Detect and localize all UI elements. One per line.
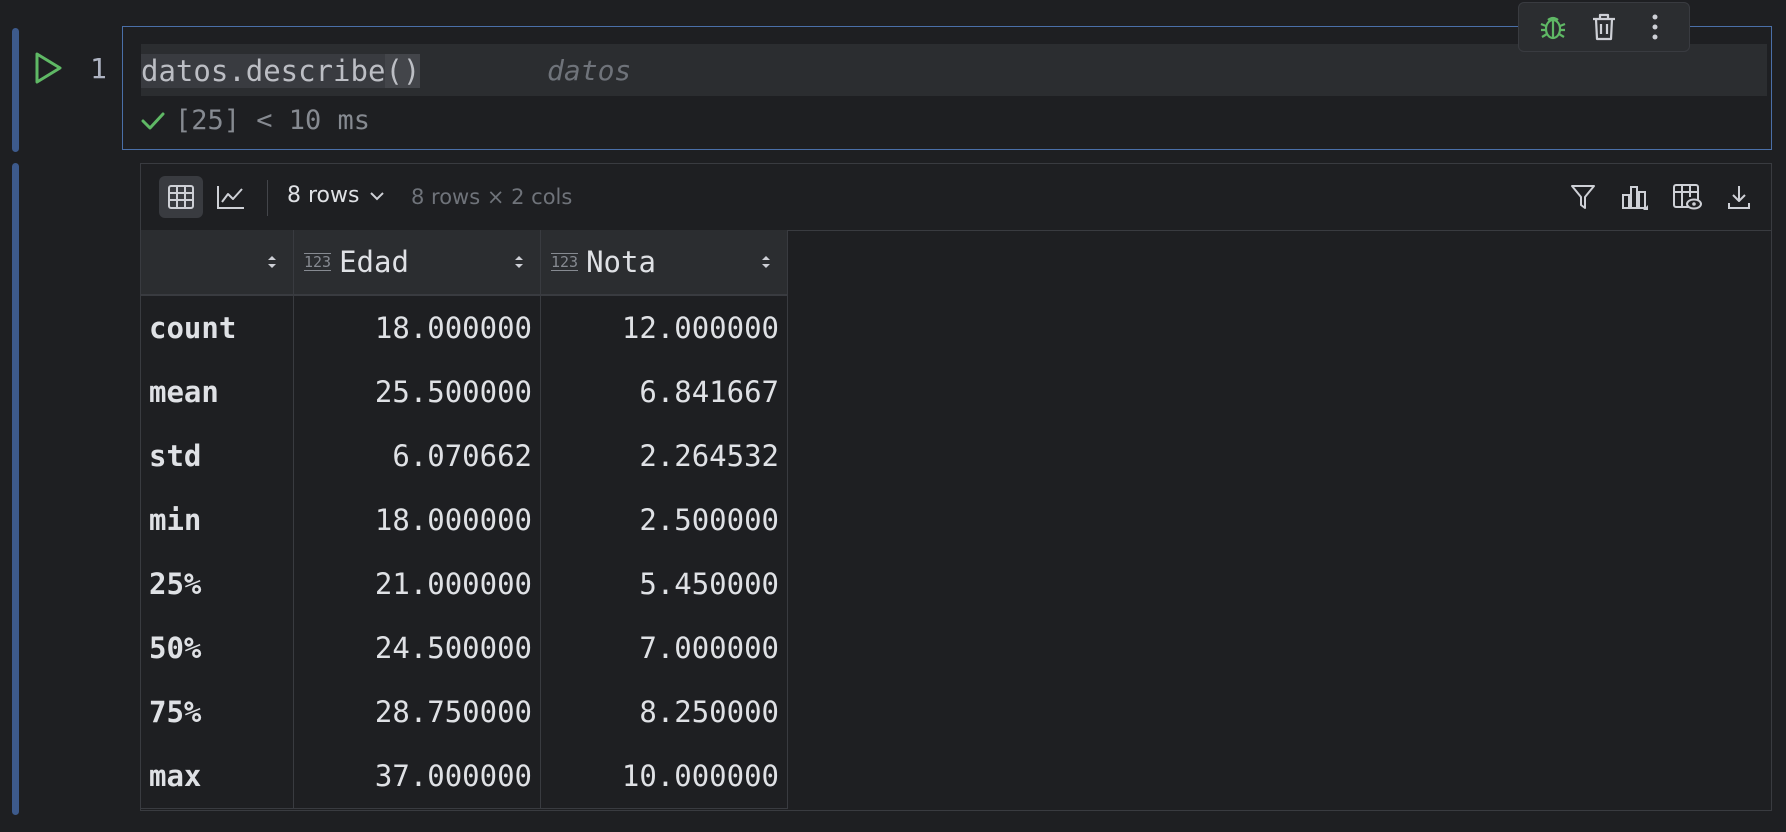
table-row[interactable]: 25% 21.000000 5.450000: [141, 552, 788, 616]
index-column-header[interactable]: [141, 230, 294, 296]
execution-count-time: [25] < 10 ms: [175, 105, 371, 136]
more-options-button[interactable]: [1637, 9, 1673, 45]
row-index: max: [141, 744, 294, 809]
code-editor[interactable]: datos.describe(): [141, 54, 421, 88]
row-index: std: [141, 424, 294, 488]
rows-per-page-select[interactable]: 8 rows: [287, 183, 385, 208]
column-header-edad[interactable]: 123 Edad: [293, 230, 541, 296]
table-view-button[interactable]: [159, 176, 203, 218]
code-expression: datos.describe: [141, 54, 386, 88]
cell-nota[interactable]: 2.264532: [540, 424, 788, 488]
table-row[interactable]: mean 25.500000 6.841667: [141, 360, 788, 424]
filter-icon: [1571, 185, 1595, 209]
numeric-type-badge: 123: [551, 253, 579, 271]
row-index: mean: [141, 360, 294, 424]
row-index: 25%: [141, 552, 294, 616]
row-index: min: [141, 488, 294, 552]
table-row[interactable]: max 37.000000 10.000000: [141, 744, 788, 809]
table-row[interactable]: 50% 24.500000 7.000000: [141, 616, 788, 680]
play-icon: [35, 52, 62, 84]
cell-output-panel: 8 rows 8 rows × 2 cols 123 Edad 123 Nota…: [140, 163, 1772, 811]
cell-floating-toolbar: [1518, 2, 1690, 52]
table-row[interactable]: 75% 28.750000 8.250000: [141, 680, 788, 744]
sort-icon[interactable]: [759, 252, 773, 272]
sort-icon[interactable]: [265, 252, 279, 272]
table-header-row: 123 Edad 123 Nota: [141, 230, 788, 296]
chart-settings-icon: [1622, 186, 1648, 210]
dataframe-shape: 8 rows × 2 cols: [411, 185, 573, 209]
table-row[interactable]: std 6.070662 2.264532: [141, 424, 788, 488]
cell-edad[interactable]: 18.000000: [293, 488, 541, 552]
cell-edad[interactable]: 6.070662: [293, 424, 541, 488]
table-row[interactable]: min 18.000000 2.500000: [141, 488, 788, 552]
code-parens: (): [385, 54, 421, 88]
cell-edad[interactable]: 21.000000: [293, 552, 541, 616]
check-icon: [141, 112, 165, 129]
row-index: 75%: [141, 680, 294, 744]
download-icon: [1728, 186, 1750, 209]
toolbar-separator: [267, 180, 268, 216]
column-header-nota[interactable]: 123 Nota: [540, 230, 788, 296]
cell-nota[interactable]: 2.500000: [540, 488, 788, 552]
more-vert-icon: [1652, 14, 1658, 40]
chevron-down-icon: [370, 191, 385, 200]
output-gutter-bar[interactable]: [12, 163, 19, 815]
inline-variable-hint: datos: [547, 54, 632, 87]
cell-nota[interactable]: 7.000000: [540, 616, 788, 680]
cell-edad[interactable]: 24.500000: [293, 616, 541, 680]
output-toolbar: 8 rows 8 rows × 2 cols: [141, 164, 1771, 231]
delete-cell-button[interactable]: [1586, 9, 1622, 45]
line-chart-icon: [217, 186, 244, 209]
download-button[interactable]: [1717, 176, 1761, 218]
cell-edad[interactable]: 37.000000: [293, 744, 541, 809]
output-right-tools: [1561, 176, 1761, 218]
cell-edad[interactable]: 25.500000: [293, 360, 541, 424]
sort-icon[interactable]: [512, 252, 526, 272]
cell-gutter-bar[interactable]: [12, 28, 19, 152]
cell-nota[interactable]: 8.250000: [540, 680, 788, 744]
cell-edad[interactable]: 18.000000: [293, 295, 541, 360]
chart-view-button[interactable]: [209, 176, 253, 218]
numeric-type-badge: 123: [304, 253, 332, 271]
notebook-view: 1 datos.describe() datos [25] < 10 ms 8 …: [0, 0, 1786, 832]
column-visibility-icon: [1673, 184, 1702, 210]
cell-nota[interactable]: 12.000000: [540, 295, 788, 360]
debug-cell-button[interactable]: [1535, 9, 1571, 45]
execution-status: [25] < 10 ms: [141, 105, 370, 136]
trash-icon: [1592, 13, 1615, 41]
column-visibility-button[interactable]: [1665, 176, 1709, 218]
column-name: Nota: [586, 245, 656, 279]
table-icon: [168, 185, 194, 209]
chart-settings-button[interactable]: [1613, 176, 1657, 218]
column-name: Edad: [339, 245, 409, 279]
rows-select-label: 8 rows: [287, 183, 360, 208]
filter-button[interactable]: [1561, 176, 1605, 218]
table-row[interactable]: count 18.000000 12.000000: [141, 295, 788, 360]
cell-edad[interactable]: 28.750000: [293, 680, 541, 744]
row-index: count: [141, 295, 294, 360]
row-index: 50%: [141, 616, 294, 680]
cell-nota[interactable]: 6.841667: [540, 360, 788, 424]
run-cell-button[interactable]: [28, 48, 68, 88]
cell-nota[interactable]: 5.450000: [540, 552, 788, 616]
dataframe-table: 123 Edad 123 Nota count 18.000000 12.000…: [141, 230, 788, 809]
debug-icon: [1540, 16, 1566, 40]
cell-nota[interactable]: 10.000000: [540, 744, 788, 809]
line-number: 1: [90, 52, 107, 85]
